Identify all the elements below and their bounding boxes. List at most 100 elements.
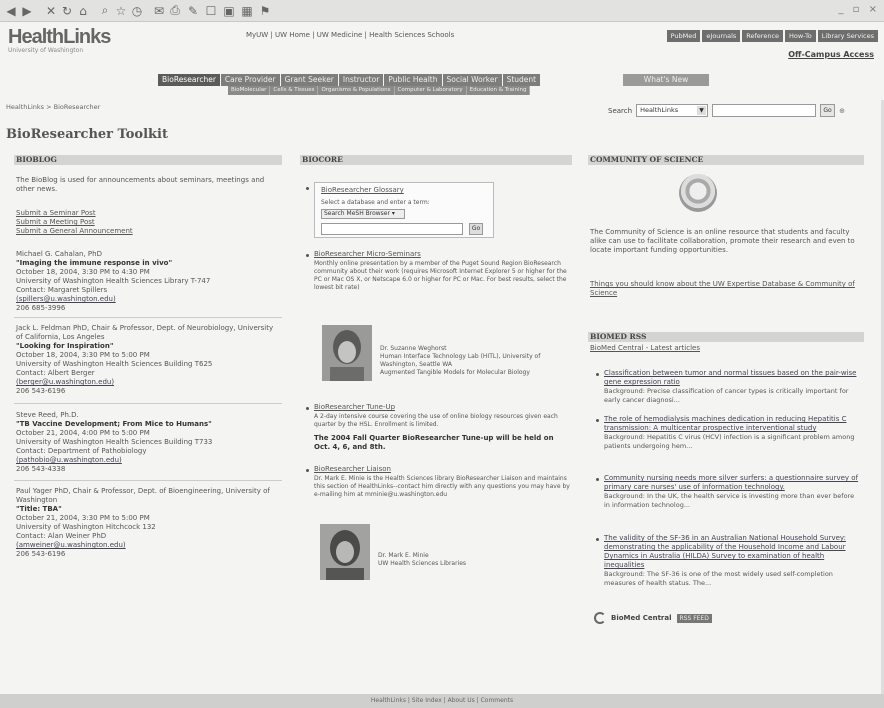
glossary-select-value: Search MeSH Browser <box>324 210 390 217</box>
forward-icon[interactable]: ▶ <box>20 3 34 18</box>
rss-item-title[interactable]: Community nursing needs more silver surf… <box>604 474 858 491</box>
entry-date: October 18, 2004, 3:30 PM to 5:00 PM <box>16 351 150 359</box>
window-controls[interactable]: _ ▫ × <box>838 4 880 15</box>
tab-public-health[interactable]: Public Health <box>384 74 442 86</box>
history-icon[interactable]: ◷ <box>130 3 144 18</box>
entry-email-link[interactable]: (amweiner@u.washington.edu) <box>16 541 126 549</box>
rss-item-title[interactable]: The role of hemodialysis machines dedica… <box>604 415 847 432</box>
entry-location: University of Washington Health Sciences… <box>16 277 211 285</box>
topnav-reference[interactable]: Reference <box>742 30 784 42</box>
rss-feed-badge[interactable]: RSS FEED <box>676 613 712 623</box>
search-scope-select[interactable]: HealthLinks ▼ <box>636 104 709 117</box>
topnav-how-to[interactable]: How-To <box>785 30 816 42</box>
favorites-icon[interactable]: ☆ <box>114 3 128 18</box>
community-link[interactable]: Things you should know about the UW Expe… <box>590 280 858 298</box>
search-icon[interactable]: ⌕ <box>98 3 112 18</box>
back-icon[interactable]: ◀ <box>4 3 18 18</box>
subtab-education[interactable]: Education & Training <box>467 86 531 95</box>
bullet-icon <box>596 538 599 541</box>
bullet-icon <box>596 419 599 422</box>
whats-new-tab[interactable]: What's New <box>623 74 709 86</box>
help-icon[interactable]: ⊕ <box>839 107 845 115</box>
glossary-go-button[interactable]: Go <box>469 223 483 235</box>
submit-meeting-link[interactable]: Submit a Meeting Post <box>16 218 95 227</box>
search-bar: Search HealthLinks ▼ Go ⊕ <box>608 104 845 117</box>
glossary-link[interactable]: BioResearcher Glossary <box>321 186 404 195</box>
off-campus-access-link[interactable]: Off-Campus Access <box>788 50 874 59</box>
search-label: Search <box>608 106 633 115</box>
tab-social-worker[interactable]: Social Worker <box>442 74 502 86</box>
entry-location: University of Washington Health Sciences… <box>16 360 213 368</box>
glossary-term-input[interactable] <box>321 223 463 235</box>
blog-entry: Michael G. Cahalan, PhD "Imaging the imm… <box>16 250 278 313</box>
entry-email-link[interactable]: (pathobio@u.washington.edu) <box>16 456 122 464</box>
toolbar-extra-icon[interactable]: ⚑ <box>258 3 272 18</box>
entry-location: University of Washington Health Sciences… <box>16 438 213 446</box>
home-icon[interactable]: ⌂ <box>76 3 90 18</box>
search-scope-value: HealthLinks <box>640 106 679 114</box>
liaison-desc: Dr. Mark E. Minie is the Health Sciences… <box>314 475 570 498</box>
rss-item: Community nursing needs more silver surf… <box>604 474 860 510</box>
search-go-button[interactable]: Go <box>820 104 836 117</box>
liaison-photo-graphic <box>320 524 370 580</box>
messenger-icon[interactable]: ▣ <box>222 3 236 18</box>
bioblog-intro: The BioBlog is used for announcements ab… <box>16 176 265 193</box>
blog-entry: Paul Yager PhD, Chair & Professor, Dept.… <box>16 487 278 559</box>
biomed-central-footer[interactable]: BioMed Central RSS FEED <box>594 612 712 624</box>
community-heading: COMMUNITY OF SCIENCE <box>588 155 864 165</box>
subtab-organisms[interactable]: Organisms & Populations <box>318 86 395 95</box>
entry-email-link[interactable]: (berger@u.washington.edu) <box>16 378 114 386</box>
breadcrumb[interactable]: HealthLinks > BioResearcher <box>6 103 100 111</box>
edit-icon[interactable]: ✎ <box>186 3 200 18</box>
topnav-ejournals[interactable]: eJournals <box>702 30 741 42</box>
presenter-info: Dr. Suzanne Weghorst Human Interface Tec… <box>380 345 572 377</box>
liaison-photo[interactable] <box>320 524 370 580</box>
search-input[interactable] <box>712 104 817 117</box>
subtab-biomolecular[interactable]: BioMolecular <box>228 86 271 95</box>
presenter-photo[interactable] <box>322 325 372 381</box>
submit-announcement-link[interactable]: Submit a General Announcement <box>16 227 133 236</box>
tuneup-link[interactable]: BioResearcher Tune-Up <box>314 403 395 412</box>
top-links[interactable]: MyUW | UW Home | UW Medicine | Health Sc… <box>246 31 454 39</box>
subtab-computer-lab[interactable]: Computer & Laboratory <box>395 86 467 95</box>
print-icon[interactable]: ⎙ <box>168 3 182 18</box>
refresh-icon[interactable]: ↻ <box>60 3 74 18</box>
biomed-central-icon <box>594 612 606 624</box>
entry-phone: 206 543-4338 <box>16 465 66 473</box>
sub-tabs: BioMolecular Cells & Tissues Organisms &… <box>228 86 531 95</box>
community-of-science-logo[interactable] <box>679 174 717 212</box>
liaison-link[interactable]: BioResearcher Liaison <box>314 465 391 474</box>
entry-email-link[interactable]: (spillers@u.washington.edu) <box>16 295 116 303</box>
topnav-pubmed[interactable]: PubMed <box>666 30 701 42</box>
tab-care-provider[interactable]: Care Provider <box>220 74 280 86</box>
stop-icon[interactable]: ✕ <box>44 3 58 18</box>
liaison-info: Dr. Mark E. Minie UW Health Sciences Lib… <box>378 552 568 568</box>
mail-icon[interactable]: ✉ <box>152 3 166 18</box>
liaison-name: Dr. Mark E. Minie <box>378 552 429 559</box>
biomed-source-link[interactable]: BioMed Central - Latest articles <box>590 344 700 353</box>
tab-bioresearcher[interactable]: BioResearcher <box>158 74 220 86</box>
microseminars-link[interactable]: BioResearcher Micro-Seminars <box>314 250 421 259</box>
submit-seminar-link[interactable]: Submit a Seminar Post <box>16 209 96 218</box>
subtab-cells-tissues[interactable]: Cells & Tissues <box>270 86 319 95</box>
logo-text: HealthLinks <box>8 26 111 48</box>
research-icon[interactable]: ▦ <box>240 3 254 18</box>
topnav-library-services[interactable]: Library Services <box>817 30 878 42</box>
glossary-database-select[interactable]: Search MeSH Browser ▾ <box>321 209 405 219</box>
rss-item-title[interactable]: The validity of the SF-36 in an Australi… <box>604 534 846 569</box>
bullet-icon <box>306 469 309 472</box>
biomed-heading: BIOMED RSS <box>588 332 864 342</box>
tab-grant-seeker[interactable]: Grant Seeker <box>280 74 338 86</box>
rss-item: The validity of the SF-36 in an Australi… <box>604 534 860 588</box>
healthlinks-logo[interactable]: HealthLinks University of Washington <box>8 26 111 54</box>
entry-location: University of Washington Hitchcock 132 <box>16 523 156 531</box>
page-footer[interactable]: HealthLinks | Site Index | About Us | Co… <box>0 694 884 708</box>
discuss-icon[interactable]: ☐ <box>204 3 218 18</box>
bullet-icon <box>596 373 599 376</box>
tab-instructor[interactable]: Instructor <box>338 74 384 86</box>
community-desc: The Community of Science is an online re… <box>590 228 855 254</box>
top-nav: PubMed eJournals Reference How-To Librar… <box>666 30 878 42</box>
rss-item-desc: Background: The SF-36 is one of the most… <box>604 570 833 587</box>
tab-student[interactable]: Student <box>502 74 541 86</box>
rss-item-title[interactable]: Classification between tumor and normal … <box>604 369 856 386</box>
